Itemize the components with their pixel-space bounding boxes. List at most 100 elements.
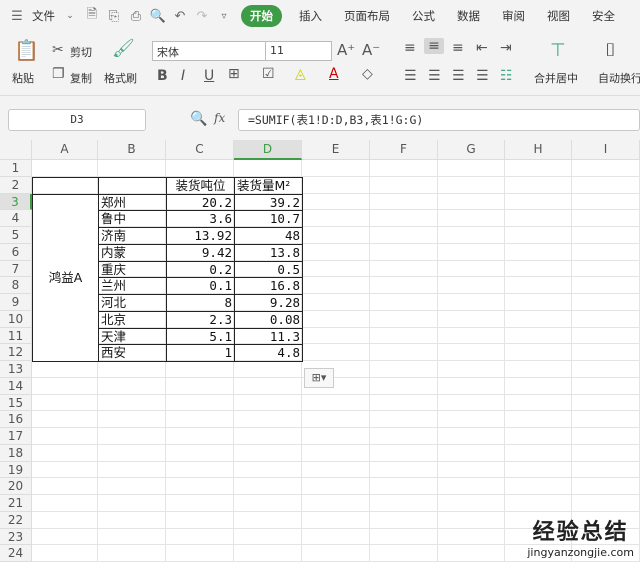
decrease-indent-icon[interactable]: ⇤ (476, 40, 488, 56)
cell[interactable] (370, 260, 438, 278)
column-header-D[interactable]: D (234, 140, 302, 160)
cell[interactable] (166, 478, 234, 495)
cell[interactable] (370, 327, 438, 345)
cell[interactable] (234, 495, 302, 512)
underline-icon[interactable]: U (204, 68, 214, 84)
tonnage-cell[interactable]: 1 (166, 344, 235, 362)
cell[interactable] (32, 461, 98, 479)
cell[interactable] (572, 344, 640, 361)
column-header-A[interactable]: A (32, 140, 98, 160)
cell[interactable] (505, 193, 572, 211)
city-cell[interactable]: 济南 (98, 227, 167, 245)
name-box[interactable]: D3 (8, 109, 146, 131)
cell[interactable] (98, 428, 166, 445)
cell[interactable] (505, 444, 572, 462)
cell[interactable] (370, 428, 438, 445)
file-menu[interactable]: 文件 (28, 8, 59, 24)
cell[interactable] (234, 444, 302, 462)
formula-input[interactable]: =SUMIF(表1!D:D,B3,表1!G:G) (238, 109, 640, 131)
chevron-down-icon[interactable]: ⌄ (59, 11, 81, 21)
cell[interactable] (370, 545, 438, 562)
zoom-formula-icon[interactable]: 🔍 (190, 111, 207, 127)
city-cell[interactable]: 西安 (98, 344, 167, 362)
cell[interactable] (302, 461, 370, 479)
cell[interactable] (438, 160, 505, 177)
cell[interactable] (370, 160, 438, 177)
column-header-B[interactable]: B (98, 140, 166, 160)
cell[interactable] (438, 461, 505, 479)
cell[interactable] (572, 478, 640, 495)
cell-A2[interactable] (32, 176, 99, 195)
column-header-E[interactable]: E (302, 140, 370, 160)
cell[interactable] (438, 193, 505, 211)
volume-cell[interactable]: 10.7 (234, 210, 303, 228)
cell[interactable] (234, 528, 302, 546)
cell[interactable] (505, 361, 572, 378)
clear-icon[interactable]: ◇ (362, 66, 373, 82)
cell[interactable] (438, 344, 505, 361)
city-cell[interactable]: 兰州 (98, 277, 167, 295)
column-header-F[interactable]: F (370, 140, 438, 160)
cell[interactable] (98, 394, 166, 412)
cell[interactable] (302, 478, 370, 495)
cell[interactable] (572, 277, 640, 294)
row-header-15[interactable]: 15 (0, 394, 32, 412)
row-header-24[interactable]: 24 (0, 545, 32, 562)
row-header-19[interactable]: 19 (0, 461, 32, 479)
cell[interactable] (438, 444, 505, 462)
column-header-I[interactable]: I (572, 140, 640, 160)
print-icon[interactable]: ⎙ (125, 9, 147, 24)
increase-font-icon[interactable]: A⁺ (337, 41, 355, 59)
cell[interactable] (505, 176, 572, 194)
city-cell[interactable]: 郑州 (98, 193, 167, 212)
cell[interactable] (572, 377, 640, 395)
cell[interactable] (505, 377, 572, 395)
cell[interactable] (438, 495, 505, 512)
cell[interactable] (32, 545, 98, 562)
cell[interactable] (370, 444, 438, 462)
cell[interactable] (572, 394, 640, 412)
cell[interactable] (166, 361, 234, 378)
cell[interactable] (302, 227, 370, 244)
city-cell[interactable]: 重庆 (98, 260, 167, 279)
cell[interactable] (505, 243, 572, 261)
header-cell[interactable]: 装货量M² (234, 176, 303, 195)
tab-security[interactable]: 安全 (581, 8, 626, 24)
tonnage-cell[interactable]: 3.6 (166, 210, 235, 228)
cell[interactable] (438, 310, 505, 328)
cell[interactable] (505, 428, 572, 445)
row-header-9[interactable]: 9 (0, 294, 32, 311)
cell[interactable] (505, 210, 572, 227)
cell[interactable] (572, 227, 640, 244)
italic-icon[interactable]: I (181, 68, 185, 84)
row-header-3[interactable]: 3 (0, 193, 32, 211)
cell[interactable] (302, 210, 370, 227)
cell[interactable] (166, 444, 234, 462)
cell[interactable] (572, 260, 640, 278)
save-icon[interactable]: 🗎 (81, 5, 103, 27)
cell[interactable] (166, 428, 234, 445)
fill-color-icon[interactable]: ◬ (295, 66, 306, 82)
tonnage-cell[interactable]: 8 (166, 294, 235, 312)
cell[interactable] (572, 193, 640, 211)
cell[interactable] (302, 344, 370, 361)
cell[interactable] (98, 411, 166, 428)
cell[interactable] (370, 461, 438, 479)
cell[interactable] (438, 243, 505, 261)
cell[interactable] (98, 478, 166, 495)
font-name-select[interactable]: 宋体 (152, 41, 266, 61)
cell[interactable] (370, 294, 438, 311)
volume-cell[interactable]: 11.3 (234, 327, 303, 346)
cell[interactable] (572, 160, 640, 177)
row-header-10[interactable]: 10 (0, 310, 32, 328)
merge-center-button[interactable]: 合并居中 (534, 70, 578, 86)
merged-group-cell[interactable]: 鸿益A (32, 193, 99, 362)
cell[interactable] (166, 511, 234, 529)
cell[interactable] (98, 377, 166, 395)
city-cell[interactable]: 河北 (98, 294, 167, 312)
cell[interactable] (234, 511, 302, 529)
cell[interactable] (370, 193, 438, 211)
cell[interactable] (505, 478, 572, 495)
cell[interactable] (505, 327, 572, 345)
cell[interactable] (370, 495, 438, 512)
